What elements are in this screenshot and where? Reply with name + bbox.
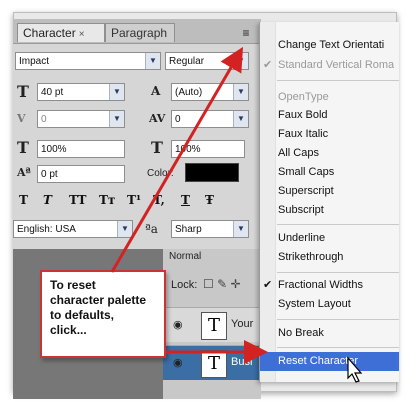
arrow-to-panel-menu — [110, 46, 244, 273]
mouse-cursor-icon — [347, 356, 363, 383]
annotation-overlay — [110, 46, 363, 383]
